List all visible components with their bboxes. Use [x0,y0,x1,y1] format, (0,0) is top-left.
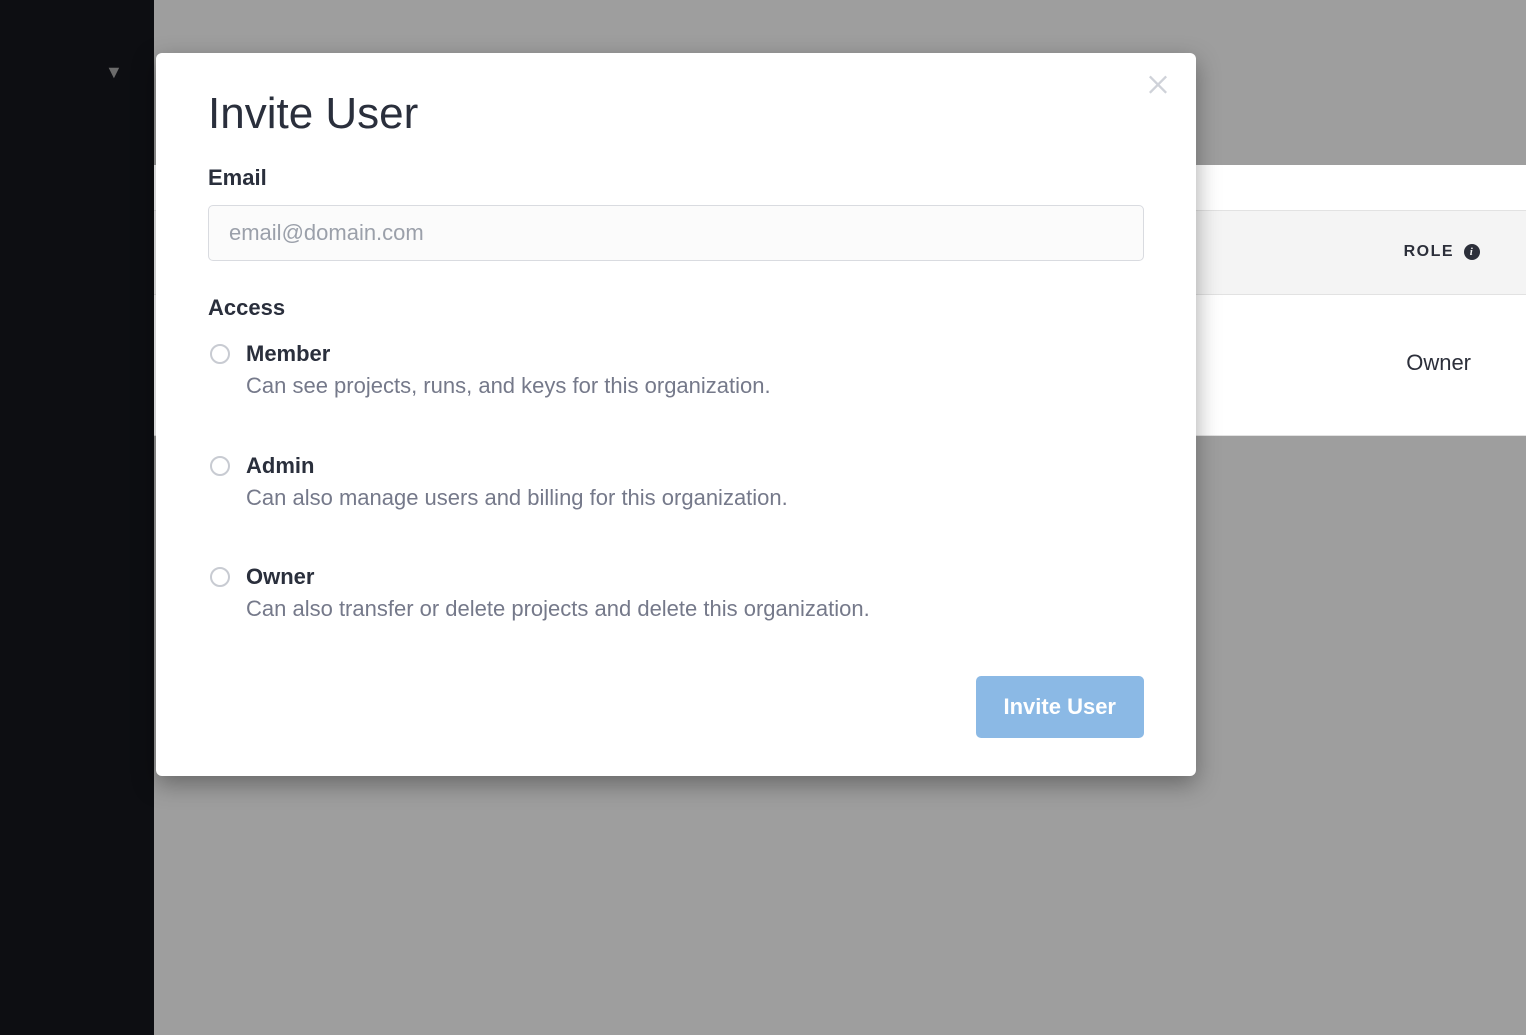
radio-icon [210,344,230,364]
modal-title: Invite User [208,89,1144,139]
role-column-header: ROLE i [1404,243,1480,261]
radio-icon [210,456,230,476]
radio-icon [210,567,230,587]
access-radio-group: Member Can see projects, runs, and keys … [208,341,1144,624]
role-option-title: Member [246,341,1144,367]
role-option-description: Can see projects, runs, and keys for thi… [246,371,1144,401]
role-option-title: Owner [246,564,1144,590]
email-field[interactable] [208,205,1144,261]
role-option-owner[interactable]: Owner Can also transfer or delete projec… [210,564,1144,624]
role-option-description: Can also transfer or delete projects and… [246,594,1144,624]
row-role-value: Owner [1406,350,1471,376]
close-icon[interactable] [1144,69,1172,97]
access-label: Access [208,295,1144,321]
role-option-member[interactable]: Member Can see projects, runs, and keys … [210,341,1144,401]
role-option-admin[interactable]: Admin Can also manage users and billing … [210,453,1144,513]
invite-user-modal: Invite User Email Access Member Can see … [156,53,1196,776]
role-option-title: Admin [246,453,1144,479]
role-option-description: Can also manage users and billing for th… [246,483,1144,513]
email-label: Email [208,165,1144,191]
info-icon[interactable]: i [1464,244,1480,260]
modal-footer: Invite User [208,676,1144,738]
invite-user-button[interactable]: Invite User [976,676,1145,738]
chevron-down-icon[interactable]: ▼ [105,62,123,83]
role-column-label: ROLE [1404,243,1454,260]
sidebar: ▼ [0,0,154,1035]
